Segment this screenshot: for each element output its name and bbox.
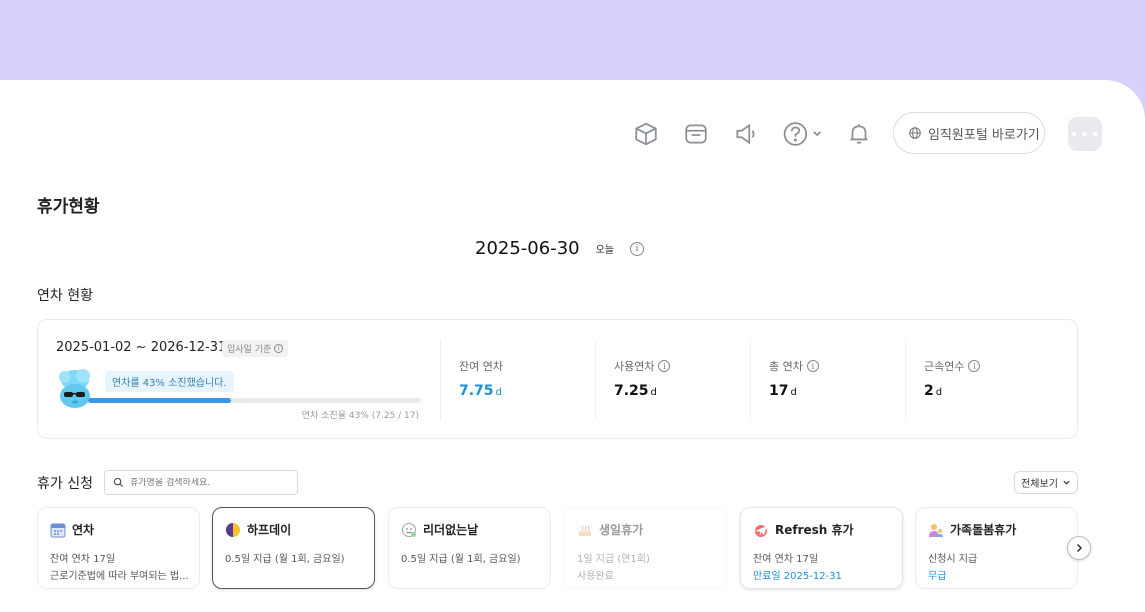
- info-icon[interactable]: i: [658, 360, 671, 372]
- stat-used: 사용연차 i 7.25 d: [595, 340, 735, 420]
- consumed-caption: 연차 소진율 43% (7.25 / 17): [301, 411, 419, 421]
- calendar-icon: [50, 523, 66, 537]
- card-description: 근로기준법에 따라 부여되는 법...: [50, 571, 189, 582]
- view-all-label: 전체보기: [1021, 479, 1058, 490]
- current-date: 2025-06-30: [475, 238, 580, 259]
- info-icon[interactable]: i: [806, 360, 819, 372]
- view-all-dropdown[interactable]: 전체보기: [1014, 471, 1078, 494]
- family-icon: [929, 523, 943, 537]
- card-detail: 0.5일 지급 (월 1회, 금요일): [225, 554, 345, 565]
- annual-section-title: 연차 현황: [37, 288, 93, 304]
- basis-badge[interactable]: 입사일 기준 i: [222, 340, 289, 357]
- leave-card-annual[interactable]: 연차 잔여 연차 17일 근로기준법에 따라 부여되는 법...: [37, 507, 200, 589]
- megaphone-icon[interactable]: [733, 121, 759, 147]
- card-description: 무급: [928, 571, 947, 582]
- today-label: 오늘: [595, 245, 615, 256]
- stat-value: 17: [769, 383, 789, 399]
- card-detail: 신청시 지급: [928, 554, 978, 565]
- card-detail: 잔여 연차 17일: [753, 554, 819, 565]
- card-title: 생일휴가: [599, 523, 644, 537]
- consumption-progress-fill: [88, 398, 232, 403]
- date-row: 2025-06-30 오늘 i: [475, 238, 645, 259]
- mascot-icon: [59, 369, 90, 408]
- card-description: 사용완료: [577, 571, 614, 582]
- card-title: 리더없는날: [423, 523, 479, 537]
- info-icon[interactable]: i: [968, 360, 981, 372]
- stat-unit: d: [790, 387, 797, 398]
- employee-portal-button[interactable]: 임직원포털 바로가기: [893, 112, 1045, 154]
- stat-unit: d: [935, 387, 943, 398]
- leave-card-birthday[interactable]: 생일휴가 1일 지급 (연1회) 사용완료: [564, 507, 727, 589]
- card-title: Refresh 휴가: [775, 523, 854, 537]
- leave-card-leaderless-day[interactable]: 리더없는날 0.5일 지급 (월 1회, 금요일): [388, 507, 551, 589]
- stat-value: 2: [924, 383, 934, 399]
- stat-unit: d: [650, 387, 657, 398]
- search-input[interactable]: [130, 477, 290, 488]
- globe-icon: [909, 127, 921, 139]
- stat-label: 잔여 연차: [459, 360, 503, 373]
- leave-card-family-care[interactable]: 가족돌봄휴가 신청시 지급 무급: [915, 507, 1078, 589]
- leave-card-halfday[interactable]: 하프데이 0.5일 지급 (월 1회, 금요일): [212, 507, 375, 589]
- leave-search[interactable]: [104, 470, 298, 495]
- portal-button-label: 임직원포털 바로가기: [928, 127, 1040, 143]
- request-section-title: 휴가 신청: [37, 476, 93, 492]
- card-title: 하프데이: [247, 523, 292, 537]
- card-detail: 0.5일 지급 (월 1회, 금요일): [401, 554, 521, 565]
- stat-value: 7.75: [459, 383, 494, 399]
- stat-tenure: 근속연수 i 2d: [905, 340, 1045, 420]
- consumed-message: 연차를 43% 소진했습니다.: [105, 371, 234, 392]
- bell-icon[interactable]: [846, 121, 872, 147]
- chevron-right-icon: [1076, 543, 1083, 553]
- stat-label: 총 연차: [769, 360, 803, 373]
- help-icon[interactable]: [781, 121, 825, 147]
- chevron-down-icon: [1063, 480, 1070, 485]
- stat-remaining: 잔여 연차 7.75 d: [440, 340, 580, 420]
- card-title: 연차: [72, 523, 95, 537]
- basis-info-icon: i: [274, 344, 284, 353]
- date-info-icon[interactable]: i: [630, 241, 645, 256]
- top-toolbar: 임직원포털 바로가기 •••: [0, 112, 1145, 156]
- leave-period: 2025-01-02 ~ 2026-12-31: [56, 340, 227, 355]
- annual-leave-card: 2025-01-02 ~ 2026-12-31 입사일 기준 i 연차를 43%…: [37, 319, 1078, 439]
- card-expiry: 만료일 2025-12-31: [753, 571, 842, 582]
- card-title: 가족돌봄휴가: [950, 523, 1017, 537]
- plane-icon: [755, 524, 767, 537]
- archive-icon[interactable]: [683, 121, 709, 147]
- basis-label: 입사일 기준: [227, 345, 272, 355]
- page-title: 휴가현황: [37, 197, 100, 217]
- card-detail: 잔여 연차 17일: [50, 554, 116, 565]
- stat-label: 근속연수: [924, 360, 965, 373]
- half-moon-icon: [226, 522, 240, 537]
- cake-icon: [579, 525, 591, 536]
- box-icon[interactable]: [633, 121, 659, 147]
- stat-total: 총 연차 i 17 d: [750, 340, 890, 420]
- stat-unit: d: [495, 387, 502, 398]
- consumption-progress: [88, 398, 421, 403]
- leave-card-refresh[interactable]: Refresh 휴가 잔여 연차 17일 만료일 2025-12-31: [740, 507, 903, 589]
- card-detail: 1일 지급 (연1회): [577, 554, 650, 565]
- stat-label: 사용연차: [614, 360, 655, 373]
- search-icon: [113, 477, 124, 488]
- stat-value: 7.25: [614, 383, 649, 399]
- more-button[interactable]: •••: [1068, 117, 1102, 151]
- more-dots-icon: •••: [1069, 124, 1101, 144]
- next-cards-button[interactable]: [1067, 536, 1091, 560]
- face-icon: [402, 522, 416, 537]
